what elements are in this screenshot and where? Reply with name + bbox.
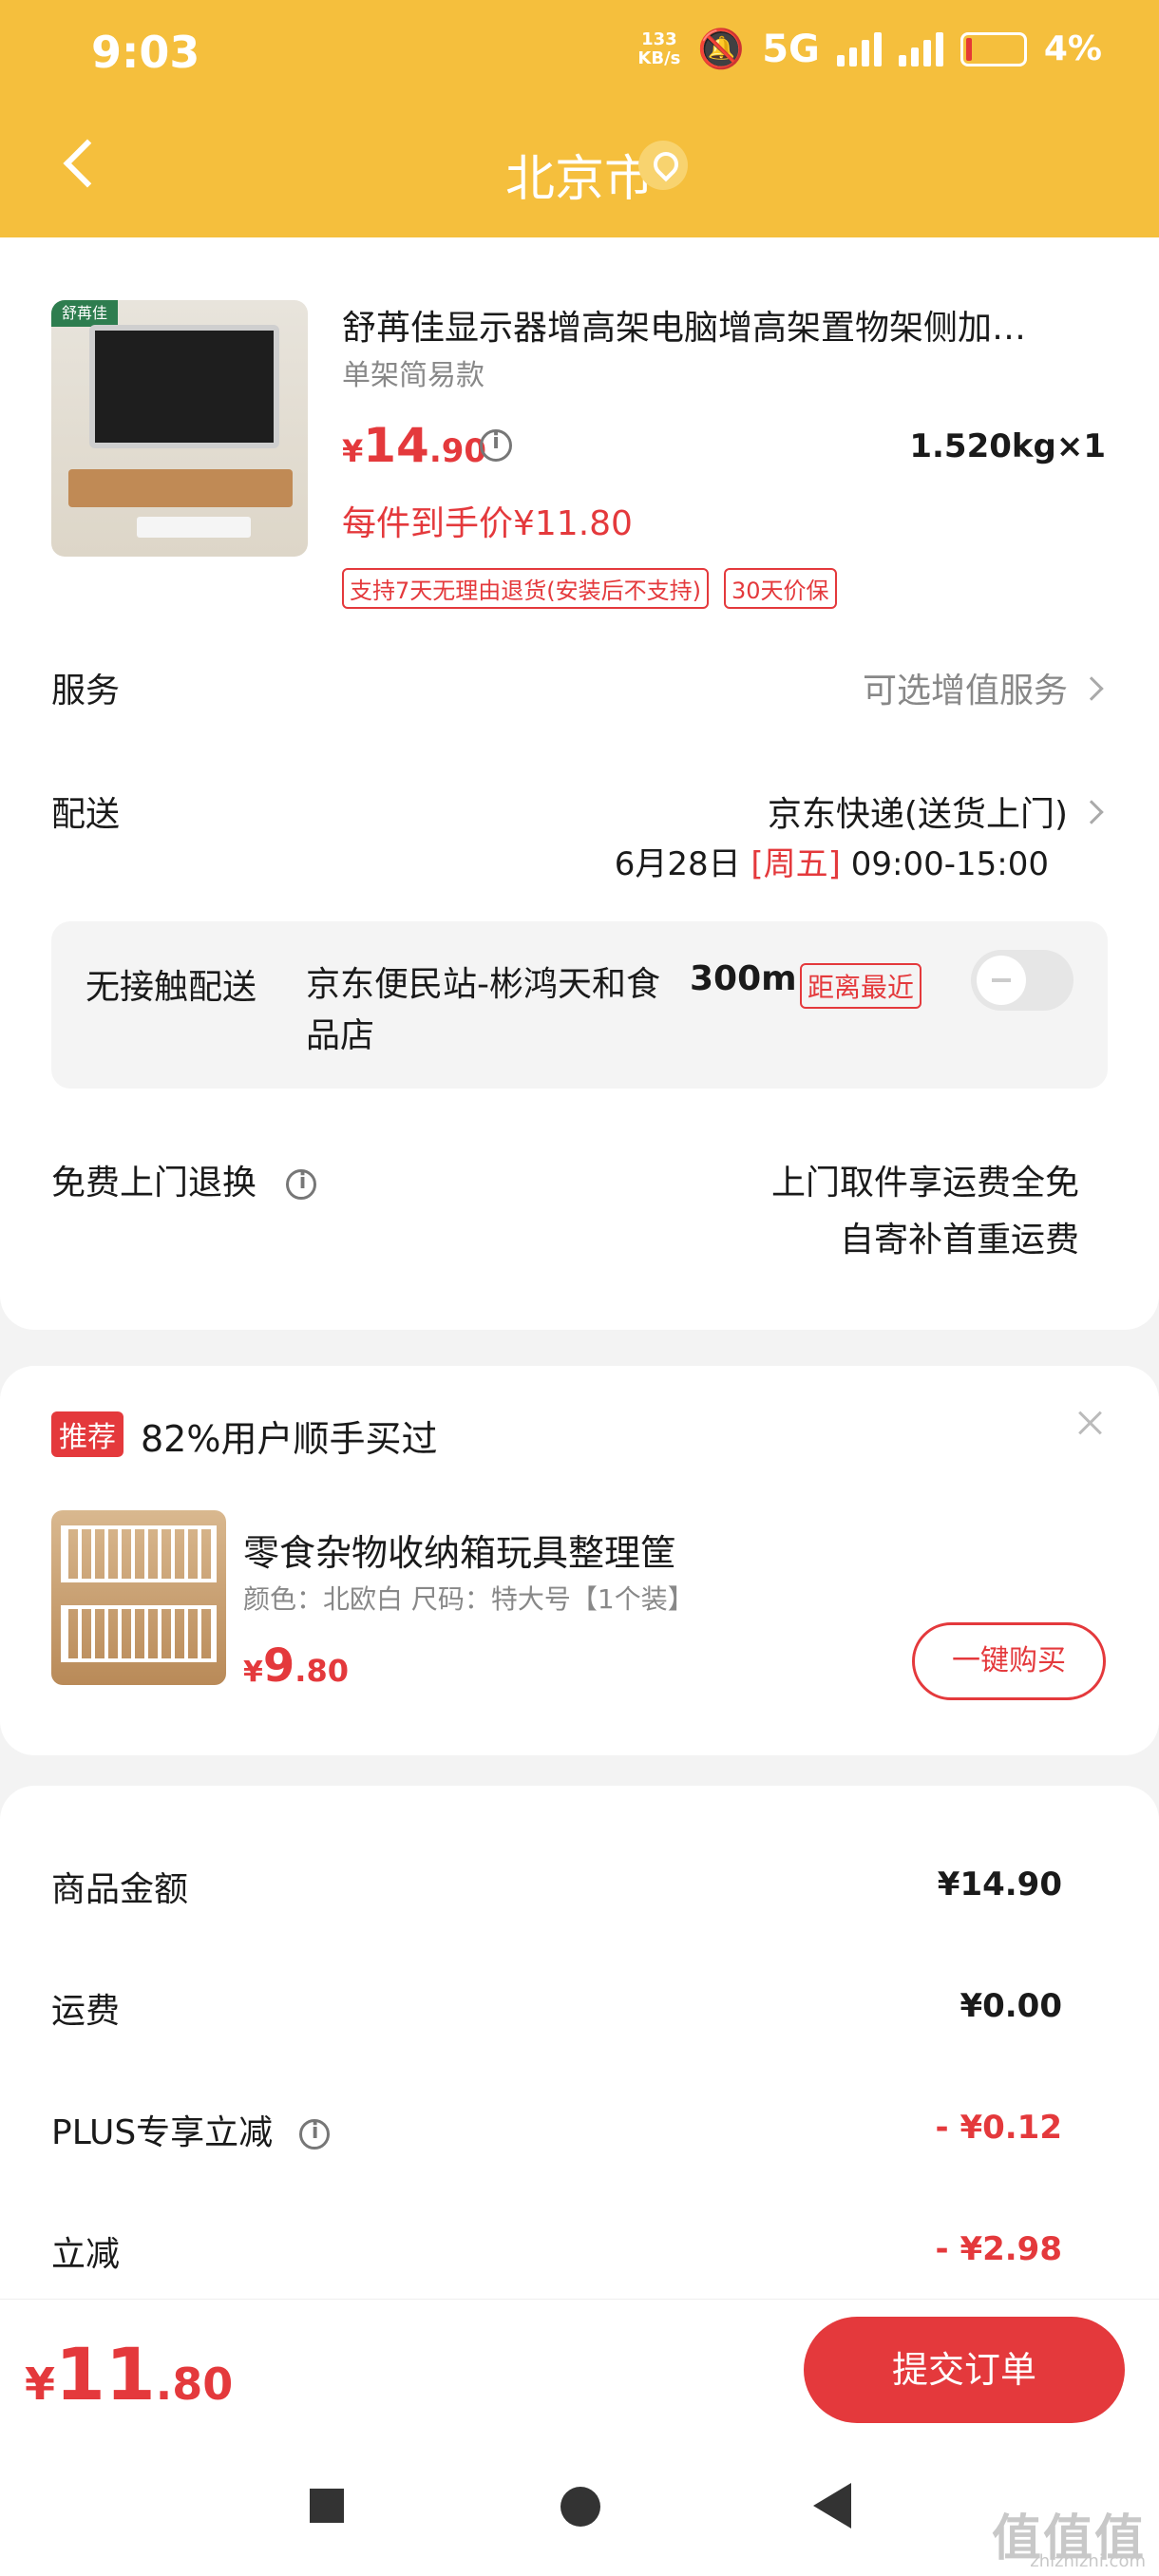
summary-value-discount: - ¥0.12 [935, 2109, 1063, 2147]
station-distance: 300m [690, 959, 797, 998]
return-info: 上门取件享运费全免 自寄补首重运费 [770, 1164, 1079, 1260]
status-bar: 9:03 133 KB/s 🔕 5G 4% [0, 0, 1159, 104]
one-click-buy-button[interactable]: 一键购买 [912, 1622, 1106, 1700]
watermark-url: zhizhizhi.com [1030, 2551, 1146, 2571]
product-image[interactable]: 舒苒佳 [51, 300, 308, 557]
brand-logo: 舒苒佳 [51, 300, 118, 327]
status-icons: 133 KB/s 🔕 5G 4% [637, 27, 1102, 72]
nav-bar: 北京市 [0, 123, 1159, 209]
summary-label: 商品金额 [51, 1870, 189, 1909]
submit-order-button[interactable]: 提交订单 [804, 2317, 1125, 2423]
delivery-method[interactable]: 京东快递(送货上门) [768, 786, 1068, 836]
recommend-card: 推荐 82%用户顺手买过 零食杂物收纳箱玩具整理筐 颜色：北欧白 尺码：特大号【… [0, 1366, 1159, 1755]
summary-value-discount: - ¥2.98 [935, 2230, 1063, 2268]
back-nav-icon[interactable] [813, 2483, 851, 2529]
summary-value: ¥14.90 [937, 1866, 1062, 1904]
return-label: 免费上门退换 [51, 1155, 317, 1204]
chevron-right-icon[interactable] [1079, 676, 1104, 701]
price-info-icon[interactable] [480, 429, 512, 462]
tag-price-protect: 30天价保 [724, 568, 837, 609]
recommend-image[interactable] [51, 1510, 226, 1685]
header-bar: 9:03 133 KB/s 🔕 5G 4% 北京市 [0, 0, 1159, 237]
recents-icon[interactable] [310, 2489, 344, 2523]
system-nav-bar: 值值值 zhizhizhi.com [0, 2432, 1159, 2576]
total-price: ¥11.80 [25, 2332, 234, 2416]
signal-icon [836, 31, 882, 66]
tag-return-policy: 支持7天无理由退货(安装后不支持) [342, 568, 709, 609]
chevron-right-icon[interactable] [1079, 800, 1104, 824]
network-type: 5G [762, 27, 820, 71]
battery-icon [960, 31, 1027, 66]
close-icon[interactable] [1072, 1404, 1110, 1442]
checkout-bar: ¥11.80 提交订单 [0, 2299, 1159, 2432]
status-time: 9:03 [91, 27, 200, 78]
contactless-toggle[interactable] [971, 950, 1074, 1011]
net-speed: 133 KB/s [637, 28, 681, 68]
order-card: 舒苒佳 舒苒佳显示器增高架电脑增高架置物架侧加… 单架简易款 ¥14.90 1.… [0, 237, 1159, 1330]
product-spec: 单架简易款 [342, 359, 484, 392]
final-price: 每件到手价¥11.80 [342, 504, 633, 543]
price-summary: 商品金额 ¥14.90 运费 ¥0.00 PLUS专享立减 - ¥0.12 立减… [0, 1786, 1159, 2318]
recommend-badge: 推荐 [51, 1411, 124, 1457]
contactless-label: 无接触配送 [86, 968, 257, 1007]
delivery-time[interactable]: 6月28日 [周五] 09:00-15:00 [615, 838, 1049, 884]
product-tags: 支持7天无理由退货(安装后不支持) 30天价保 [342, 568, 837, 609]
weight-quantity: 1.520kg×1 [909, 427, 1106, 465]
contactless-delivery: 无接触配送 京东便民站-彬鸿天和食品店 300m 距离最近 [51, 921, 1108, 1089]
summary-label-plus: PLUS专享立减 [51, 2105, 330, 2154]
home-icon[interactable] [560, 2487, 600, 2527]
info-icon[interactable] [298, 2119, 330, 2150]
summary-label: 立减 [51, 2235, 121, 2274]
product-title[interactable]: 舒苒佳显示器增高架电脑增高架置物架侧加… [342, 300, 1102, 350]
recommend-price: ¥9.80 [243, 1639, 349, 1693]
pickup-station: 京东便民站-彬鸿天和食品店 [306, 965, 660, 1055]
location-icon[interactable] [638, 141, 688, 190]
summary-label: 运费 [51, 1992, 121, 2031]
service-label: 服务 [51, 672, 121, 710]
delivery-label: 配送 [51, 795, 121, 834]
recommend-item-name[interactable]: 零食杂物收纳箱玩具整理筐 [243, 1524, 676, 1576]
recommend-title: 82%用户顺手买过 [141, 1418, 438, 1460]
signal-icon-2 [898, 31, 943, 66]
info-icon[interactable] [286, 1169, 317, 1200]
recommend-item-spec: 颜色：北欧白 尺码：特大号【1个装】 [243, 1583, 694, 1615]
summary-value: ¥0.00 [960, 1987, 1062, 2025]
mute-icon: 🔕 [697, 28, 746, 71]
service-value[interactable]: 可选增值服务 [863, 663, 1068, 712]
battery-percent: 4% [1043, 29, 1102, 68]
nearest-badge: 距离最近 [800, 963, 922, 1009]
page-title[interactable]: 北京市 [0, 139, 1159, 210]
product-price: ¥14.90 [342, 418, 487, 473]
